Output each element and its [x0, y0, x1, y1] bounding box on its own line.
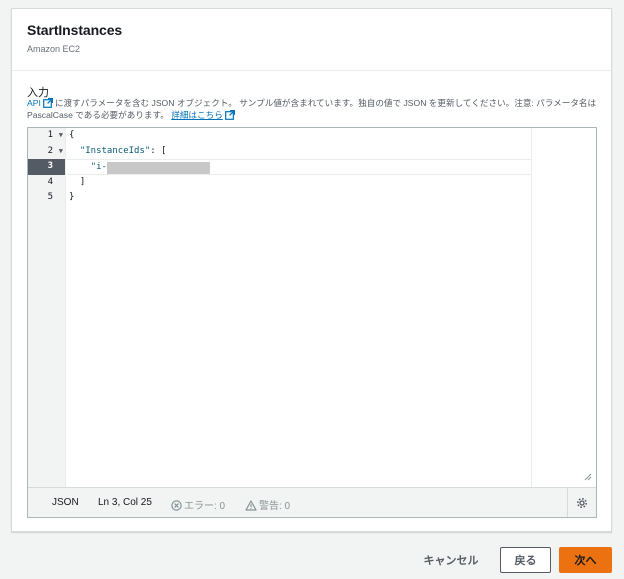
code-line: }	[69, 192, 75, 202]
next-button[interactable]: 次へ	[559, 547, 612, 573]
gear-icon	[577, 497, 587, 508]
details-link[interactable]: 詳細はこちら	[171, 109, 237, 120]
line-number-gutter: 1 ▼ 2 ▼ 3 4 5	[28, 128, 66, 488]
cursor-position: Ln 3, Col 25	[98, 497, 152, 508]
line-number-active: 3	[28, 159, 65, 175]
external-link-icon	[42, 98, 53, 108]
cancel-button[interactable]: キャンセル	[415, 547, 487, 573]
warning-triangle-icon	[245, 500, 257, 511]
error-count[interactable]: エラー: 0	[171, 497, 225, 512]
line-number: 5	[47, 192, 53, 202]
input-description: API に渡すパラメータを含む JSON オブジェクト。 サンプル値が含まれていま…	[27, 98, 599, 121]
api-link-text: API	[27, 98, 41, 108]
code-area[interactable]: { "InstanceIds": [ "i-" ] }	[67, 128, 531, 488]
line-number: 1 ▼	[28, 128, 65, 144]
json-key: "InstanceIds"	[79, 145, 151, 156]
external-link-icon	[224, 109, 235, 120]
fold-arrow-icon[interactable]: ▼	[59, 144, 63, 160]
line-number: 2 ▼	[28, 144, 65, 160]
panel-subtitle: Amazon EC2	[27, 44, 81, 54]
start-instances-panel: StartInstances Amazon EC2 入力 API に渡すパラメータ…	[11, 8, 612, 532]
language-indicator: JSON	[52, 497, 79, 508]
resize-handle-icon[interactable]	[584, 473, 592, 481]
editor-settings-button[interactable]	[567, 488, 596, 517]
warning-count[interactable]: 警告: 0	[245, 497, 290, 512]
code-line: ]	[69, 176, 86, 187]
editor-statusbar: JSON Ln 3, Col 25 エラー: 0 警告: 0	[28, 487, 596, 517]
json-string-open: "i-	[90, 162, 107, 172]
panel-header: StartInstances Amazon EC2	[12, 9, 611, 71]
panel-title: StartInstances	[27, 22, 123, 38]
code-line-active: "i-"	[67, 159, 531, 175]
code-line: {	[69, 130, 75, 140]
print-margin-line	[531, 128, 532, 488]
back-button[interactable]: 戻る	[500, 547, 551, 573]
code-line: "InstanceIds": [	[79, 145, 167, 156]
details-link-text: 詳細はこちら	[171, 109, 223, 120]
fold-arrow-icon[interactable]: ▼	[59, 128, 63, 144]
error-circle-icon	[171, 500, 182, 511]
api-link[interactable]: API	[27, 98, 55, 108]
redacted-instance-id	[107, 162, 210, 174]
line-number: 4	[47, 176, 53, 187]
description-text: に渡すパラメータを含む JSON オブジェクト。 サンプル値が含まれています。独…	[27, 98, 597, 120]
json-code-editor[interactable]: 1▼ 2▼ 3 4 5 { "InstanceIds": [ "i-" ] } …	[27, 127, 597, 518]
